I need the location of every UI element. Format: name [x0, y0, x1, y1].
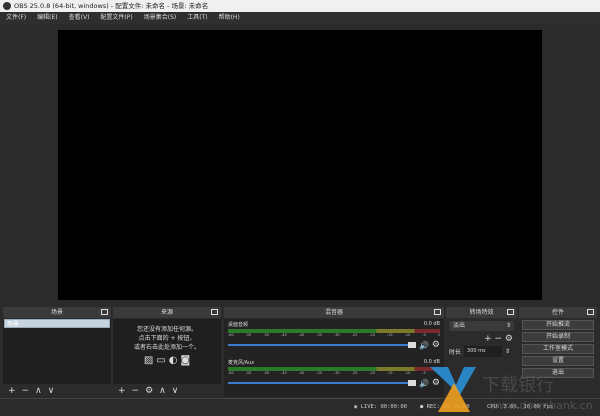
- cpu-status: CPU: 3.6%, 30.00 fps: [487, 404, 554, 410]
- exit-button[interactable]: 退出: [522, 368, 594, 378]
- float-icon[interactable]: [507, 309, 514, 315]
- menu-edit[interactable]: 编辑(E): [37, 12, 57, 24]
- channel-level: 0.0 dB: [423, 359, 440, 365]
- channel-level: 0.0 dB: [423, 321, 440, 327]
- channel-name: 桌面音频: [228, 322, 249, 328]
- duration-input[interactable]: 300 ms: [464, 346, 503, 357]
- remove-icon[interactable]: −: [495, 334, 505, 344]
- mixer-channel: 麦克风/Aux 0.0 dB -60 -55 -50 -45 -40 -35 -30 -25 -2…: [224, 357, 444, 395]
- scenes-list[interactable]: 场景: [3, 319, 111, 384]
- globe-icon: ◐: [168, 355, 178, 366]
- menu-profile[interactable]: 配置文件(P): [100, 12, 132, 24]
- transitions-dock: 转场特效 淡出 ⇕ + − ⚙ 时长 300 ms ⇕: [446, 307, 517, 398]
- settings-button[interactable]: 设置: [522, 356, 594, 366]
- remove-icon[interactable]: −: [22, 386, 30, 396]
- empty-line: 您还没有添加任何源。: [136, 326, 197, 333]
- obs-logo-icon: [3, 2, 11, 10]
- preview-canvas[interactable]: [58, 30, 542, 300]
- camera-icon: ◙: [180, 355, 191, 366]
- up-icon[interactable]: ∧: [159, 386, 166, 396]
- menu-bar: 文件(F) 编辑(E) 查看(V) 配置文件(P) 场景集合(S) 工具(T) …: [0, 12, 600, 24]
- monitor-icon: ▭: [156, 355, 166, 366]
- rec-status: ● REC: 00:00:00: [420, 404, 470, 410]
- duration-label: 时长: [449, 349, 462, 356]
- controls-dock: 控件 开始推流 开始录制 工作室模式 设置 退出: [519, 307, 597, 398]
- start-streaming-button[interactable]: 开始推流: [522, 320, 594, 330]
- image-icon: ▨: [143, 355, 154, 366]
- speaker-icon[interactable]: 🔊: [419, 341, 429, 350]
- window-title: OBS 25.0.8 (64-bit, windows) - 配置文件: 未命名…: [14, 2, 209, 10]
- menu-view[interactable]: 查看(V): [69, 12, 90, 24]
- add-icon[interactable]: +: [8, 386, 16, 396]
- scene-item[interactable]: 场景: [4, 319, 110, 328]
- mixer-channel: 桌面音频 0.0 dB -60 -55 -50 -45 -40 -35 -30 -25 -20 -1…: [224, 319, 444, 357]
- sources-list[interactable]: 您还没有添加任何源。 点击下面的 + 按钮， 或者右击此处添加一个。 ▨ ▭ ◐ ◙: [113, 319, 221, 384]
- transition-select[interactable]: 淡出 ⇕: [449, 321, 514, 331]
- volume-slider[interactable]: [228, 342, 416, 348]
- title-bar: OBS 25.0.8 (64-bit, windows) - 配置文件: 未命名…: [0, 0, 600, 12]
- controls-title: 控件: [551, 309, 564, 316]
- meter-ticks: -60 -55 -50 -45 -40 -35 -30 -25 -20 -15 -10 -5 0: [228, 333, 440, 337]
- scenes-title: 场景: [50, 309, 63, 316]
- meter-ticks: -60 -55 -50 -45 -40 -35 -30 -25 -20 -15 -10 -5 0: [228, 371, 440, 375]
- empty-line: 点击下面的 + 按钮，: [138, 335, 196, 342]
- speaker-icon[interactable]: 🔊: [419, 379, 429, 388]
- menu-tools[interactable]: 工具(T): [187, 12, 207, 24]
- down-icon[interactable]: ∨: [48, 386, 55, 396]
- scenes-dock: 场景 场景 + − ∧ ∨: [3, 307, 111, 398]
- start-recording-button[interactable]: 开始录制: [522, 332, 594, 342]
- up-icon[interactable]: ∧: [35, 386, 42, 396]
- live-status: ◉ LIVE: 00:00:00: [354, 404, 407, 410]
- mixer-dock: 混音器 桌面音频 0.0 dB -60 -55 -50 -45 -40 -35 -30 -25-…: [224, 307, 444, 398]
- add-icon[interactable]: +: [484, 334, 494, 344]
- float-icon[interactable]: [587, 309, 594, 315]
- spinner-icon[interactable]: ⇕: [505, 348, 510, 355]
- menu-help[interactable]: 帮助(H): [219, 12, 240, 24]
- down-icon[interactable]: ∨: [172, 386, 179, 396]
- gear-icon[interactable]: ⚙: [432, 378, 440, 388]
- studio-mode-button[interactable]: 工作室模式: [522, 344, 594, 354]
- channel-name: 麦克风/Aux: [228, 360, 255, 366]
- chevron-updown-icon: ⇕: [505, 322, 511, 329]
- volume-slider[interactable]: [228, 380, 416, 386]
- float-icon[interactable]: [211, 309, 218, 315]
- menu-scene-collection[interactable]: 场景集合(S): [144, 12, 177, 24]
- remove-icon[interactable]: −: [132, 386, 140, 396]
- empty-line: 或者右击此处添加一个。: [133, 344, 200, 351]
- sources-title: 来源: [160, 309, 173, 316]
- menu-file[interactable]: 文件(F): [6, 12, 26, 24]
- gear-icon[interactable]: ⚙: [432, 340, 440, 350]
- add-icon[interactable]: +: [118, 386, 126, 396]
- sources-dock: 来源 您还没有添加任何源。 点击下面的 + 按钮， 或者右击此处添加一个。 ▨ ▭ ◐ ◙…: [113, 307, 221, 398]
- status-bar: ◉ LIVE: 00:00:00 ● REC: 00:00:00 CPU: 3.…: [0, 398, 600, 414]
- float-icon[interactable]: [101, 309, 108, 315]
- transitions-title: 转场特效: [469, 309, 494, 316]
- gear-icon[interactable]: ⚙: [145, 386, 153, 396]
- gear-icon[interactable]: ⚙: [505, 334, 513, 344]
- float-icon[interactable]: [434, 309, 441, 315]
- mixer-title: 混音器: [324, 309, 343, 316]
